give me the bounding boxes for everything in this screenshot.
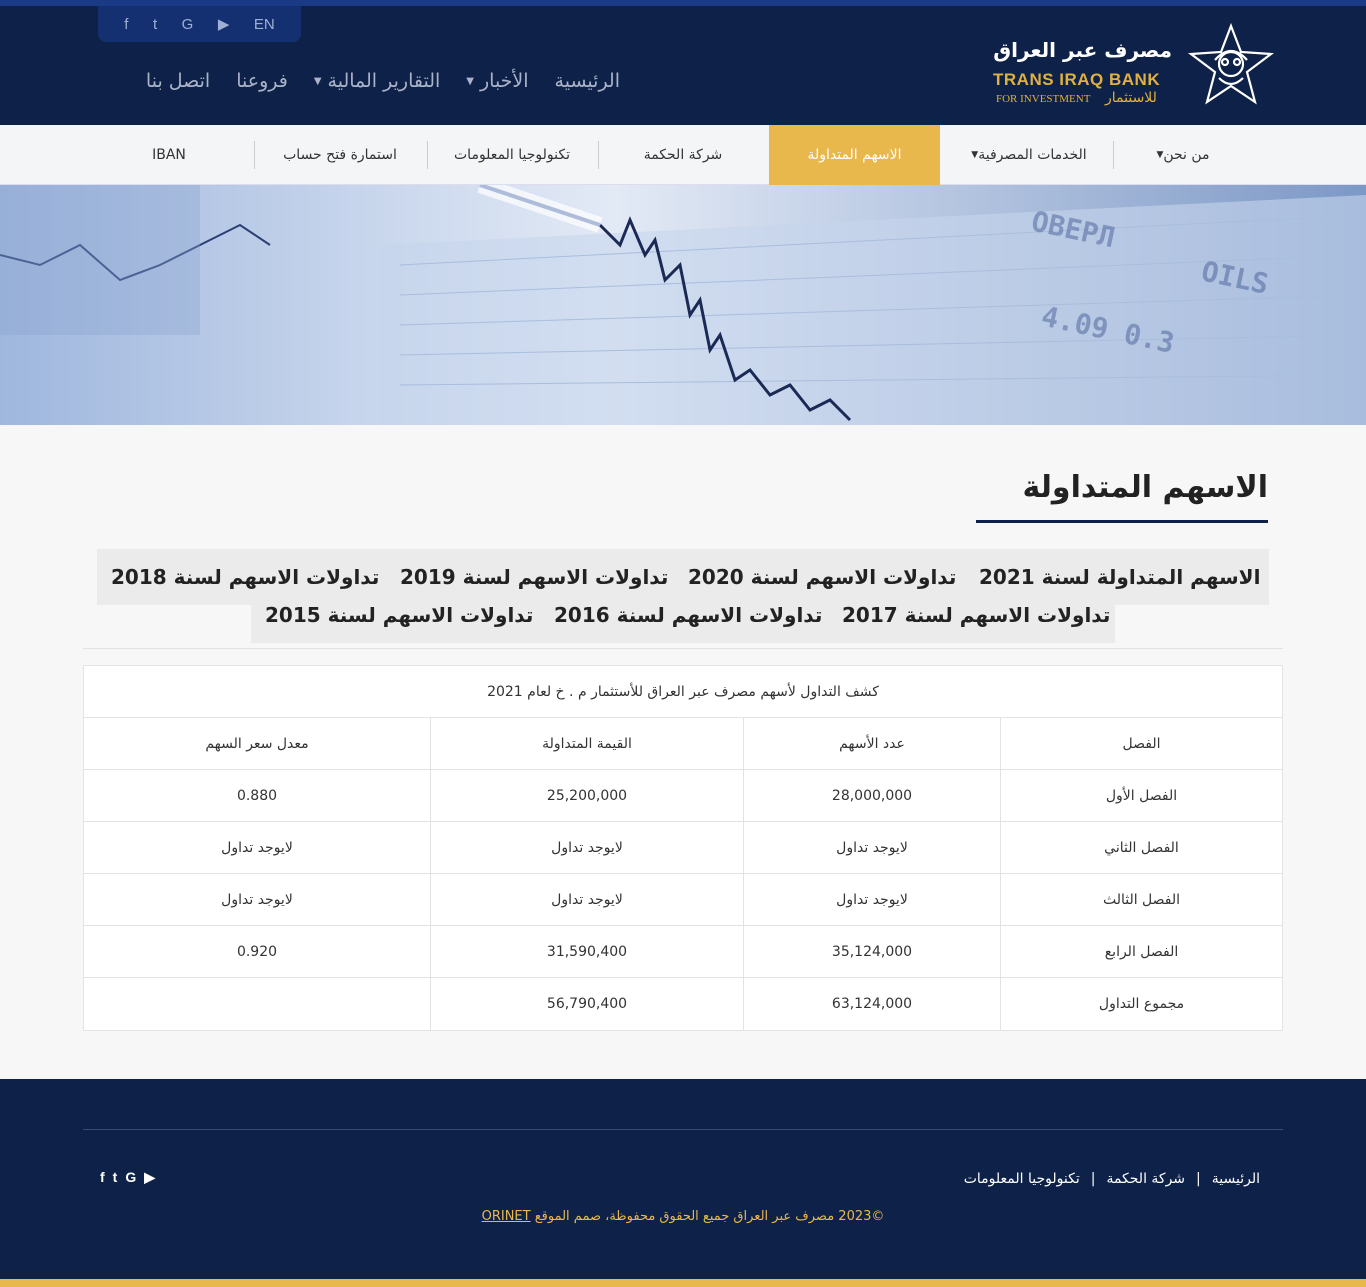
nav-divider (427, 141, 428, 169)
table-row: لايوجد تداول لايوجد تداول لايوجد تداول ا… (84, 822, 1282, 874)
logo-arabic-name: مصرف عبر العراق (993, 38, 1172, 62)
table-cell: الفصل الثالث (1000, 874, 1282, 925)
google-icon[interactable]: G (125, 1169, 136, 1186)
youtube-icon[interactable]: ▶ (144, 1169, 155, 1186)
tab-2021[interactable]: الاسهم المتداولة لسنة 2021 (979, 565, 1260, 589)
tab-2015[interactable]: تداولات الاسهم لسنة 2015 (265, 603, 533, 627)
footer-nav: الرئيسية | شركة الحكمة | تكنولوجيا المعل… (930, 1168, 1260, 1190)
footer-link-it[interactable]: تكنولوجيا المعلومات (964, 1171, 1080, 1187)
subnav-about[interactable]: ▼ من نحن (1115, 125, 1245, 185)
trading-table: كشف التداول لأسهم مصرف عبر العراق للأستث… (83, 665, 1283, 1031)
table-cell: مجموع التداول (1000, 978, 1282, 1030)
facebook-icon[interactable]: f (100, 1169, 105, 1186)
tabs-divider (83, 648, 1283, 649)
tab-2017[interactable]: تداولات الاسهم لسنة 2017 (842, 603, 1110, 627)
subnav-iban[interactable]: IBAN (84, 125, 254, 185)
secondary-nav: ▼ من نحن ▼ الخدمات المصرفية الاسهم المتداو… (0, 125, 1366, 185)
table-cell: الفصل الأول (1000, 770, 1282, 821)
subnav-hikma-company[interactable]: شركة الحكمة (598, 125, 768, 185)
table-cell: الفصل الثاني (1000, 822, 1282, 873)
nav-branches[interactable]: فروعنا (210, 70, 288, 100)
tab-2018[interactable]: تداولات الاسهم لسنة 2018 (111, 565, 379, 589)
site-header: f t G ▶ EN الرئيسية الأخبار ▼ التقارير ال… (0, 0, 1366, 125)
bank-logo[interactable]: مصرف عبر العراق TRANS IRAQ BANK FOR INVE… (985, 20, 1277, 116)
table-cell: 25,200,000 (430, 770, 743, 821)
header-share-count: عدد الأسهم (743, 718, 1000, 769)
table-cell: لايوجد تداول (430, 822, 743, 873)
table-header-row: معدل سعر السهم القيمة المتداولة عدد الأس… (84, 718, 1282, 770)
tab-2016[interactable]: تداولات الاسهم لسنة 2016 (554, 603, 822, 627)
table-cell: 56,790,400 (430, 978, 743, 1030)
stock-chart-illustration: ОВЕРЛ OILS 4.09 0.3 (0, 185, 1366, 425)
youtube-icon[interactable]: ▶ (218, 15, 230, 33)
footer-social: f t G ▶ (100, 1169, 190, 1186)
header-traded-value: القيمة المتداولة (430, 718, 743, 769)
logo-emblem-icon (1187, 22, 1275, 105)
subnav-account-form[interactable]: استمارة فتح حساب (255, 125, 425, 185)
table-row-total: 56,790,400 63,124,000 مجموع التداول (84, 978, 1282, 1030)
table-cell: لايوجد تداول (221, 891, 293, 908)
twitter-icon[interactable]: t (113, 1169, 118, 1186)
language-switch-en[interactable]: EN (254, 16, 275, 33)
chevron-down-icon: ▼ (1156, 150, 1164, 160)
table-caption: كشف التداول لأسهم مصرف عبر العراق للأستث… (84, 666, 1282, 718)
chevron-down-icon: ▼ (466, 76, 474, 87)
chevron-down-icon: ▼ (313, 76, 322, 87)
header-quarter: الفصل (1000, 718, 1282, 769)
subnav-traded-shares[interactable]: الاسهم المتداولة (769, 125, 940, 185)
logo-arabic-sub: للاستثمار (1105, 90, 1157, 106)
table-row: 0.920 31,590,400 35,124,000 الفصل الرابع (84, 926, 1282, 978)
nav-news[interactable]: الأخبار ▼ (440, 70, 528, 100)
table-cell: 0.920 (236, 943, 278, 960)
nav-contact[interactable]: اتصل بنا (120, 70, 210, 100)
table-cell: لايوجد تداول (430, 874, 743, 925)
chevron-down-icon: ▼ (971, 150, 979, 160)
copyright-text: ©2023 مصرف عبر العراق جميع الحقوق محفوظة… (534, 1209, 885, 1224)
table-cell: لايوجد تداول (743, 822, 1000, 873)
nav-divider (1113, 141, 1114, 169)
logo-english-name: TRANS IRAQ BANK (993, 70, 1161, 89)
social-bar: f t G ▶ EN (98, 6, 301, 42)
table-cell: 35,124,000 (743, 926, 1000, 977)
top-nav: الرئيسية الأخبار ▼ التقارير المالية ▼ فروع… (110, 70, 620, 100)
tab-2019[interactable]: تداولات الاسهم لسنة 2019 (400, 565, 668, 589)
nav-divider (598, 141, 599, 169)
facebook-icon[interactable]: f (124, 16, 128, 33)
table-cell: 31,590,400 (430, 926, 743, 977)
hero-banner-image: ОВЕРЛ OILS 4.09 0.3 (0, 185, 1366, 425)
table-cell: لايوجد تداول (221, 839, 293, 856)
footer-divider (83, 1129, 1283, 1130)
footer-separator: | (1090, 1171, 1096, 1187)
title-underline (976, 520, 1268, 523)
subnav-banking-services-label: الخدمات المصرفية (978, 147, 1087, 163)
nav-financial-reports-label: التقارير المالية (327, 70, 441, 92)
subnav-it[interactable]: تكنولوجيا المعلومات (427, 125, 597, 185)
table-cell: 28,000,000 (743, 770, 1000, 821)
table-cell: 63,124,000 (743, 978, 1000, 1030)
nav-divider (254, 141, 255, 169)
table-cell (84, 978, 430, 1030)
copyright: ©2023 مصرف عبر العراق جميع الحقوق محفوظة… (300, 1209, 1066, 1224)
table-row: لايوجد تداول لايوجد تداول لايوجد تداول ا… (84, 874, 1282, 926)
nav-financial-reports[interactable]: التقارير المالية ▼ (288, 70, 440, 100)
logo-english-sub: FOR INVESTMENT (996, 93, 1091, 105)
table-cell: الفصل الرابع (1000, 926, 1282, 977)
table-cell: 0.880 (236, 787, 278, 804)
nav-home[interactable]: الرئيسية (529, 70, 620, 100)
table-cell: لايوجد تداول (743, 874, 1000, 925)
footer-link-hikma[interactable]: شركة الحكمة (1106, 1171, 1185, 1187)
header-avg-price: معدل سعر السهم (205, 735, 309, 752)
footer-link-home[interactable]: الرئيسية (1212, 1171, 1260, 1187)
google-icon[interactable]: G (182, 16, 194, 33)
table-row: 0.880 25,200,000 28,000,000 الفصل الأول (84, 770, 1282, 822)
subnav-banking-services[interactable]: ▼ الخدمات المصرفية (940, 125, 1112, 185)
footer-separator: | (1196, 1171, 1201, 1187)
page-title: الاسهم المتداولة (1022, 470, 1268, 505)
site-footer: الرئيسية | شركة الحكمة | تكنولوجيا المعل… (0, 1079, 1366, 1287)
tab-2020[interactable]: تداولات الاسهم لسنة 2020 (688, 565, 956, 589)
twitter-icon[interactable]: t (153, 16, 157, 33)
nav-news-label: الأخبار (479, 70, 529, 92)
designer-link[interactable]: ORINET (482, 1209, 531, 1224)
subnav-about-label: من نحن (1163, 147, 1210, 163)
